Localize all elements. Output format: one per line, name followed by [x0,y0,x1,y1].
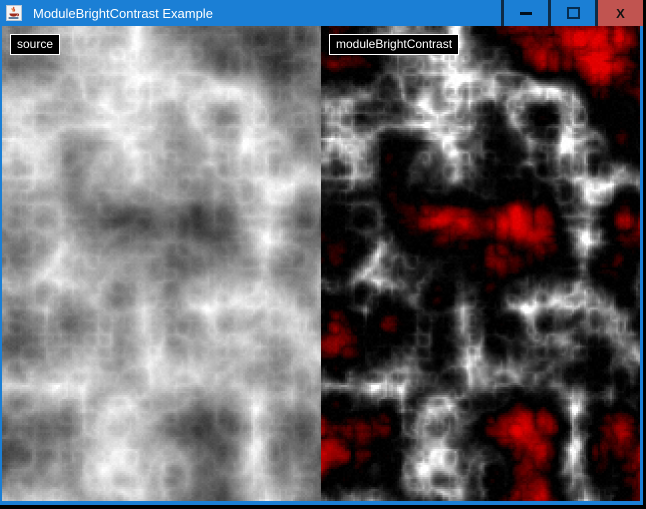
processed-label: moduleBrightContrast [329,34,459,55]
app-window: ModuleBrightContrast Example X source [0,0,643,505]
panel-source: source [2,26,321,501]
content-area: source moduleBrightContrast [2,26,640,501]
source-label: source [10,34,60,55]
source-image-canvas [2,26,321,501]
java-coffee-cup-icon [6,5,22,21]
panel-processed: moduleBrightContrast [321,26,640,501]
minimize-button[interactable] [504,0,548,26]
screen: ModuleBrightContrast Example X source [0,0,646,509]
maximize-icon [567,7,580,19]
minimize-icon [520,12,532,15]
maximize-button[interactable] [551,0,595,26]
close-button[interactable]: X [598,0,643,26]
window-title: ModuleBrightContrast Example [33,6,501,21]
processed-image-canvas [321,26,640,501]
titlebar[interactable]: ModuleBrightContrast Example X [0,0,643,26]
close-icon: X [616,7,625,20]
window-controls: X [501,0,643,26]
